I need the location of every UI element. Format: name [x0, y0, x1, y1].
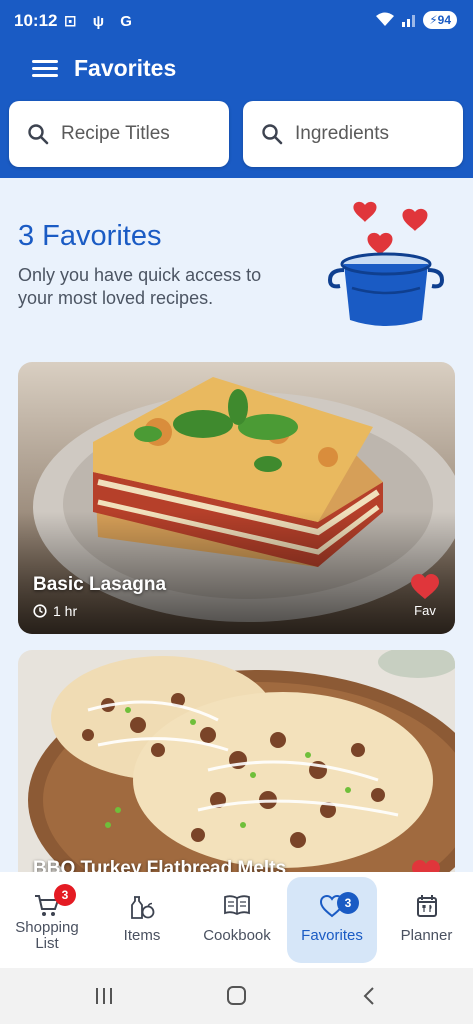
pot-with-hearts-illustration — [327, 201, 445, 326]
nav-favorites[interactable]: 3 Favorites — [285, 872, 379, 968]
favorites-description: Only you have quick access to your most … — [18, 265, 262, 308]
recipe-title-search[interactable] — [9, 101, 229, 167]
recipe-name: BBQ Turkey Flatbread Melts — [33, 858, 287, 872]
heart-icon — [412, 860, 440, 872]
battery-level: 94 — [437, 13, 451, 27]
calendar-icon — [416, 895, 437, 917]
status-right: ⚡94 — [375, 11, 457, 29]
favorite-toggle[interactable] — [411, 860, 441, 872]
favorites-count-heading: 3 Favorites — [18, 220, 162, 252]
nav-items[interactable]: Items — [95, 872, 189, 968]
items-icon — [131, 896, 155, 919]
nav-label: Planner — [400, 927, 453, 944]
menu-icon-line — [32, 67, 58, 70]
wifi-icon — [376, 12, 395, 26]
nav-shopping-list[interactable]: 3 Shopping List — [0, 872, 94, 968]
cook-time-value: 1 hr — [53, 603, 78, 619]
ingredient-input[interactable] — [295, 119, 455, 149]
menu-button[interactable] — [30, 57, 60, 83]
recipe-card-bbq-turkey-flatbread[interactable]: BBQ Turkey Flatbread Melts — [18, 650, 455, 872]
recipe-name: Basic Lasagna — [33, 574, 167, 595]
page-title: Favorites — [74, 55, 177, 81]
battery-indicator: ⚡94 — [423, 11, 457, 29]
status-icons: ⊡ ψ G — [64, 13, 138, 30]
nav-label: Cookbook — [203, 927, 271, 944]
favorite-label: Fav — [414, 603, 436, 618]
recipe-card-basic-lasagna[interactable]: Basic Lasagna 1 hr Fav — [18, 362, 455, 634]
search-icon — [262, 124, 283, 145]
home-button[interactable] — [226, 986, 248, 1006]
book-icon — [224, 895, 250, 916]
bottom-navigation: 3 Shopping List Items Cookbook 3 Favorit… — [0, 872, 473, 968]
app-header: 10:12 ⊡ ψ G ⚡94 Favorites — [0, 0, 473, 178]
back-button[interactable] — [362, 986, 376, 1006]
nav-planner[interactable]: Planner — [380, 872, 473, 968]
shopping-list-badge: 3 — [54, 884, 76, 906]
nav-label: Favorites — [301, 927, 363, 944]
flatbread-photo — [18, 650, 455, 872]
clock-icon — [33, 604, 47, 618]
status-time: 10:12 — [14, 11, 58, 30]
nav-label: Shopping List — [15, 919, 79, 952]
cook-time: 1 hr — [33, 603, 77, 619]
recipe-title-input[interactable] — [61, 119, 221, 149]
signal-icon — [402, 15, 416, 27]
menu-icon-line — [32, 60, 58, 63]
favorites-badge: 3 — [337, 892, 359, 914]
status-bar: 10:12 ⊡ ψ G ⚡94 — [0, 0, 473, 42]
heart-icon — [411, 574, 439, 599]
nav-label: Items — [123, 927, 161, 944]
recent-apps-button[interactable] — [94, 986, 114, 1006]
system-navigation-bar — [0, 968, 473, 1024]
menu-icon-line — [32, 74, 58, 77]
nav-cookbook[interactable]: Cookbook — [190, 872, 284, 968]
ingredient-search[interactable] — [243, 101, 463, 167]
search-icon — [28, 124, 49, 145]
favorite-toggle[interactable]: Fav — [409, 574, 441, 618]
